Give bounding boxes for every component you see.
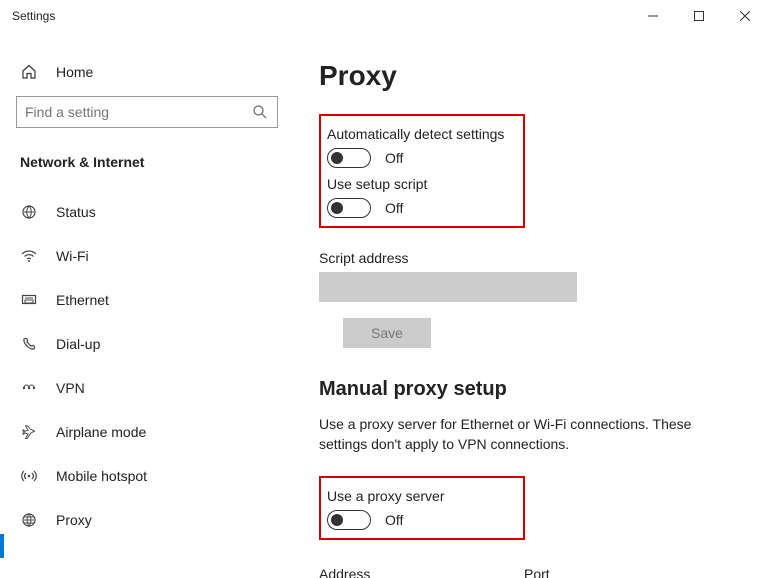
home-icon [20, 64, 38, 80]
sidebar-item-label: Mobile hotspot [56, 468, 147, 484]
minimize-button[interactable] [630, 0, 676, 32]
sidebar-item-label: Status [56, 204, 96, 220]
dialup-icon [20, 336, 38, 352]
search-field[interactable] [25, 104, 251, 120]
sidebar-item-dialup[interactable]: Dial-up [0, 322, 294, 366]
sidebar-item-label: Proxy [56, 512, 92, 528]
home-label: Home [56, 64, 93, 80]
nav-list: Status Wi-Fi Ethernet [0, 190, 294, 542]
manual-setup-header: Manual proxy setup [319, 378, 748, 401]
sidebar-item-ethernet[interactable]: Ethernet [0, 278, 294, 322]
proxy-icon [20, 512, 38, 528]
use-proxy-label: Use a proxy server [327, 488, 513, 504]
auto-detect-label: Automatically detect settings [327, 126, 513, 142]
category-header: Network & Internet [0, 140, 294, 190]
sidebar: Home Network & Internet Status [0, 32, 295, 578]
toggle-setup-script-state: Off [385, 200, 403, 216]
save-button[interactable]: Save [343, 318, 431, 348]
close-button[interactable] [722, 0, 768, 32]
status-icon [20, 204, 38, 220]
search-icon [251, 104, 269, 120]
vpn-icon [20, 380, 38, 396]
sidebar-item-status[interactable]: Status [0, 190, 294, 234]
accent-indicator [0, 534, 4, 558]
window-title: Settings [12, 9, 55, 23]
titlebar: Settings [0, 0, 768, 32]
sidebar-item-wifi[interactable]: Wi-Fi [0, 234, 294, 278]
setup-script-label: Use setup script [327, 176, 513, 192]
sidebar-item-proxy[interactable]: Proxy [0, 498, 294, 542]
highlight-auto-section: Automatically detect settings Off Use se… [319, 114, 525, 228]
highlight-manual-section: Use a proxy server Off [319, 476, 525, 540]
home-nav[interactable]: Home [0, 56, 294, 94]
content-pane: Proxy Automatically detect settings Off … [295, 32, 768, 578]
search-input[interactable] [16, 96, 278, 128]
sidebar-item-hotspot[interactable]: Mobile hotspot [0, 454, 294, 498]
manual-setup-desc: Use a proxy server for Ethernet or Wi-Fi… [319, 415, 739, 454]
window-controls [630, 0, 768, 32]
maximize-button[interactable] [676, 0, 722, 32]
toggle-use-proxy-state: Off [385, 512, 403, 528]
sidebar-item-label: VPN [56, 380, 85, 396]
sidebar-item-label: Airplane mode [56, 424, 146, 440]
script-address-input[interactable] [319, 272, 577, 302]
toggle-auto-detect-state: Off [385, 150, 403, 166]
address-label: Address [319, 566, 494, 578]
ethernet-icon [20, 292, 38, 308]
sidebar-item-label: Ethernet [56, 292, 109, 308]
airplane-icon [20, 424, 38, 440]
sidebar-item-airplane[interactable]: Airplane mode [0, 410, 294, 454]
hotspot-icon [20, 468, 38, 484]
toggle-use-proxy[interactable] [327, 510, 371, 530]
port-label: Port [524, 566, 634, 578]
toggle-setup-script[interactable] [327, 198, 371, 218]
sidebar-item-vpn[interactable]: VPN [0, 366, 294, 410]
page-title: Proxy [319, 60, 748, 92]
wifi-icon [20, 248, 38, 264]
sidebar-item-label: Dial-up [56, 336, 100, 352]
script-address-label: Script address [319, 250, 748, 266]
toggle-auto-detect[interactable] [327, 148, 371, 168]
sidebar-item-label: Wi-Fi [56, 248, 89, 264]
